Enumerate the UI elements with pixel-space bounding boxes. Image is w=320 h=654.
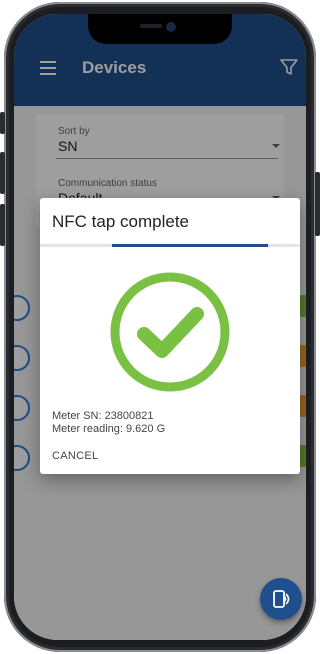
phone-notch [88, 14, 232, 44]
phone-screen: Devices Sort by SN Communication status … [14, 14, 306, 640]
nfc-dialog: NFC tap complete Meter SN: 23800821 Mete… [40, 198, 300, 474]
front-camera [166, 22, 176, 32]
meter-sn: Meter SN: 23800821 [52, 410, 154, 422]
nfc-progress-fill [112, 244, 268, 247]
power-button [315, 172, 320, 236]
volume-up-button [0, 152, 5, 194]
check-circle-icon [110, 272, 230, 392]
cancel-button[interactable]: CANCEL [52, 450, 98, 462]
volume-down-button [0, 204, 5, 246]
dialog-title: NFC tap complete [52, 212, 189, 231]
speaker-grille [140, 24, 162, 28]
mute-switch [0, 112, 5, 134]
nfc-phone-icon [273, 590, 290, 608]
nfc-progress-bar [40, 244, 300, 247]
meter-reading: Meter reading: 9.620 G [52, 423, 166, 435]
nfc-scan-fab[interactable] [260, 578, 302, 620]
